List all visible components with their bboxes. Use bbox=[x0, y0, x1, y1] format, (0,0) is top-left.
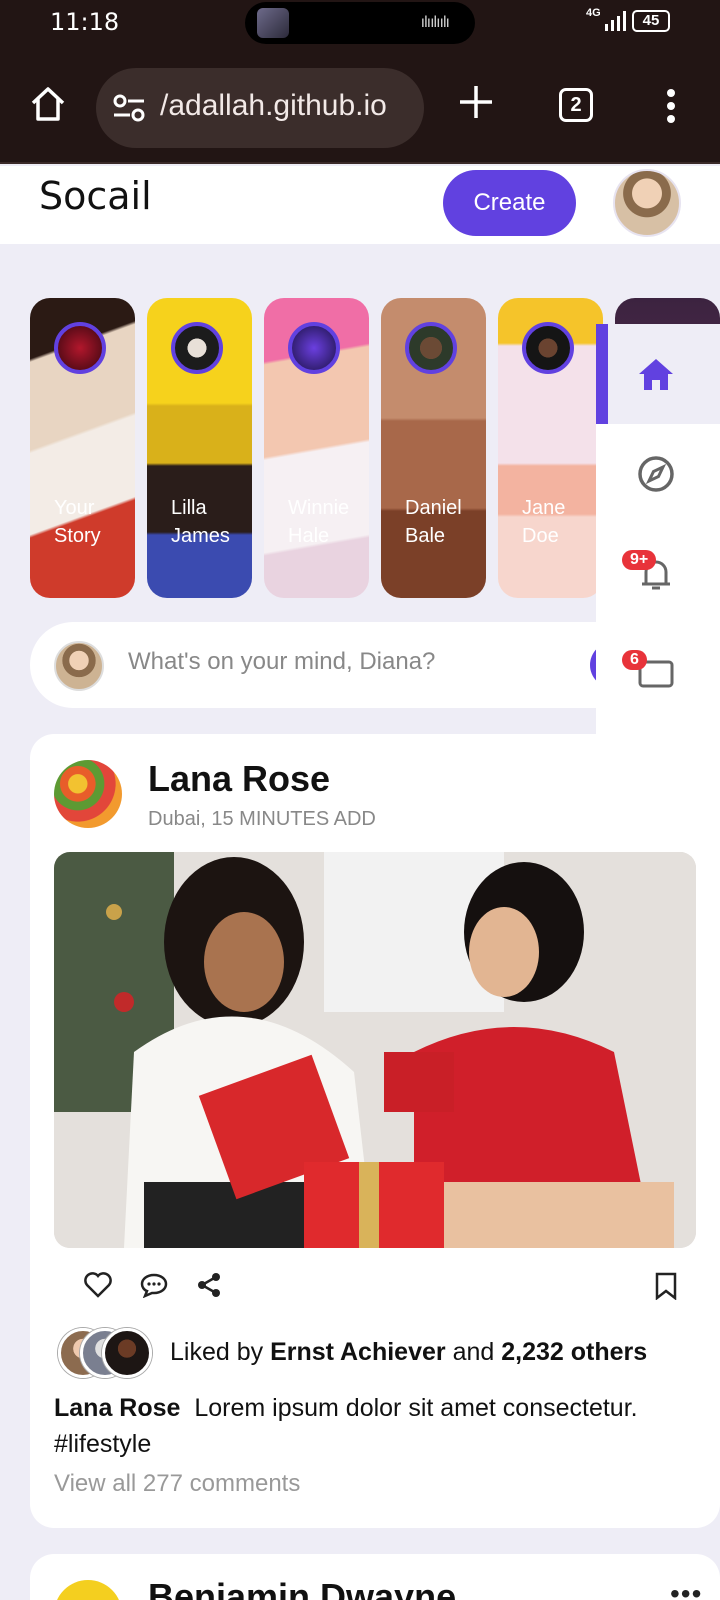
nav-notifications[interactable]: 9+ bbox=[596, 524, 720, 624]
story-avatar bbox=[171, 322, 223, 374]
liked-by-others[interactable]: 2,232 others bbox=[501, 1338, 647, 1366]
post-hashtag[interactable]: #lifestyle bbox=[54, 1430, 151, 1458]
story-name: Winnie Hale bbox=[288, 497, 350, 547]
share-icon[interactable] bbox=[196, 1272, 222, 1298]
post-menu-icon[interactable]: ••• bbox=[670, 1578, 702, 1600]
nav-home[interactable] bbox=[596, 324, 720, 424]
address-bar[interactable]: /adallah.github.io bbox=[96, 68, 424, 148]
audio-wave-icon: ılıılıılı bbox=[420, 14, 450, 31]
post-meta: Dubai, 15 MINUTES ADD bbox=[148, 808, 376, 830]
caption-text: Lorem ipsum dolor sit amet consectetur. bbox=[194, 1394, 638, 1422]
post-author-avatar[interactable] bbox=[54, 1580, 122, 1600]
message-badge: 6 bbox=[622, 650, 647, 670]
story-avatar bbox=[288, 322, 340, 374]
post-caption: Lana Rose Lorem ipsum dolor sit amet con… bbox=[54, 1390, 696, 1462]
story-name: Your Story bbox=[54, 497, 101, 547]
compass-icon bbox=[638, 456, 674, 492]
story-card[interactable]: Jane Doe bbox=[498, 298, 603, 598]
story-name: Daniel Bale bbox=[405, 497, 462, 547]
profile-avatar[interactable] bbox=[613, 169, 681, 237]
app-header: Socail Create bbox=[0, 166, 720, 244]
feed-post: Benjamin Dwayne ••• bbox=[30, 1554, 720, 1600]
post-author-name[interactable]: Benjamin Dwayne bbox=[148, 1576, 456, 1600]
site-settings-icon[interactable] bbox=[112, 94, 146, 122]
post-actions bbox=[54, 1268, 696, 1308]
battery-icon: 45 bbox=[632, 10, 670, 32]
dynamic-island: ılıılıılı bbox=[245, 2, 475, 44]
story-avatar bbox=[522, 322, 574, 374]
home-icon[interactable] bbox=[28, 84, 68, 124]
story-card[interactable]: Your Story bbox=[30, 298, 135, 598]
status-time: 11:18 bbox=[50, 8, 120, 36]
status-bar: 11:18 ılıılıılı 4G 45 bbox=[0, 0, 720, 44]
story-card[interactable]: Daniel Bale bbox=[381, 298, 486, 598]
story-card[interactable]: Winnie Hale bbox=[264, 298, 369, 598]
caption-author[interactable]: Lana Rose bbox=[54, 1394, 180, 1422]
tab-switcher-button[interactable]: 2 bbox=[559, 88, 593, 122]
liked-by-text: Liked by Ernst Achiever and 2,232 others bbox=[170, 1338, 648, 1366]
browser-toolbar: /adallah.github.io 2 bbox=[0, 44, 720, 164]
post-photo-art bbox=[54, 852, 696, 1248]
post-author-avatar[interactable] bbox=[54, 760, 122, 828]
liked-by-avatars[interactable] bbox=[58, 1328, 158, 1382]
signal-icon bbox=[605, 11, 626, 31]
post-author-name[interactable]: Lana Rose bbox=[148, 758, 330, 800]
comment-icon[interactable] bbox=[140, 1272, 168, 1298]
story-avatar bbox=[405, 322, 457, 374]
nav-messages[interactable]: 6 bbox=[596, 624, 720, 724]
composer-avatar bbox=[54, 641, 104, 691]
home-icon bbox=[639, 359, 673, 390]
liker-avatar bbox=[102, 1328, 152, 1378]
liked-by-user[interactable]: Ernst Achiever bbox=[270, 1338, 446, 1366]
story-card[interactable]: Lilla James bbox=[147, 298, 252, 598]
app-logo[interactable]: Socail bbox=[39, 174, 152, 218]
view-comments-link[interactable]: View all 277 comments bbox=[54, 1470, 300, 1498]
media-thumbnail bbox=[257, 8, 289, 38]
story-avatar bbox=[54, 322, 106, 374]
like-icon[interactable] bbox=[84, 1272, 112, 1298]
story-name: Jane Doe bbox=[522, 497, 566, 547]
notification-badge: 9+ bbox=[622, 550, 657, 570]
network-type: 4G bbox=[586, 7, 601, 19]
create-button[interactable]: Create bbox=[443, 170, 576, 236]
composer-input[interactable]: What's on your mind, Diana? bbox=[128, 648, 435, 676]
nav-explore[interactable] bbox=[596, 424, 720, 524]
post-image[interactable] bbox=[54, 852, 696, 1248]
more-vert-icon[interactable] bbox=[665, 88, 677, 124]
url-text: /adallah.github.io bbox=[160, 89, 387, 122]
story-name: Lilla James bbox=[171, 497, 230, 547]
new-tab-icon[interactable] bbox=[456, 82, 496, 122]
bookmark-icon[interactable] bbox=[654, 1272, 678, 1300]
feed-post: Lana Rose Dubai, 15 MINUTES ADD Liked by… bbox=[30, 734, 720, 1528]
